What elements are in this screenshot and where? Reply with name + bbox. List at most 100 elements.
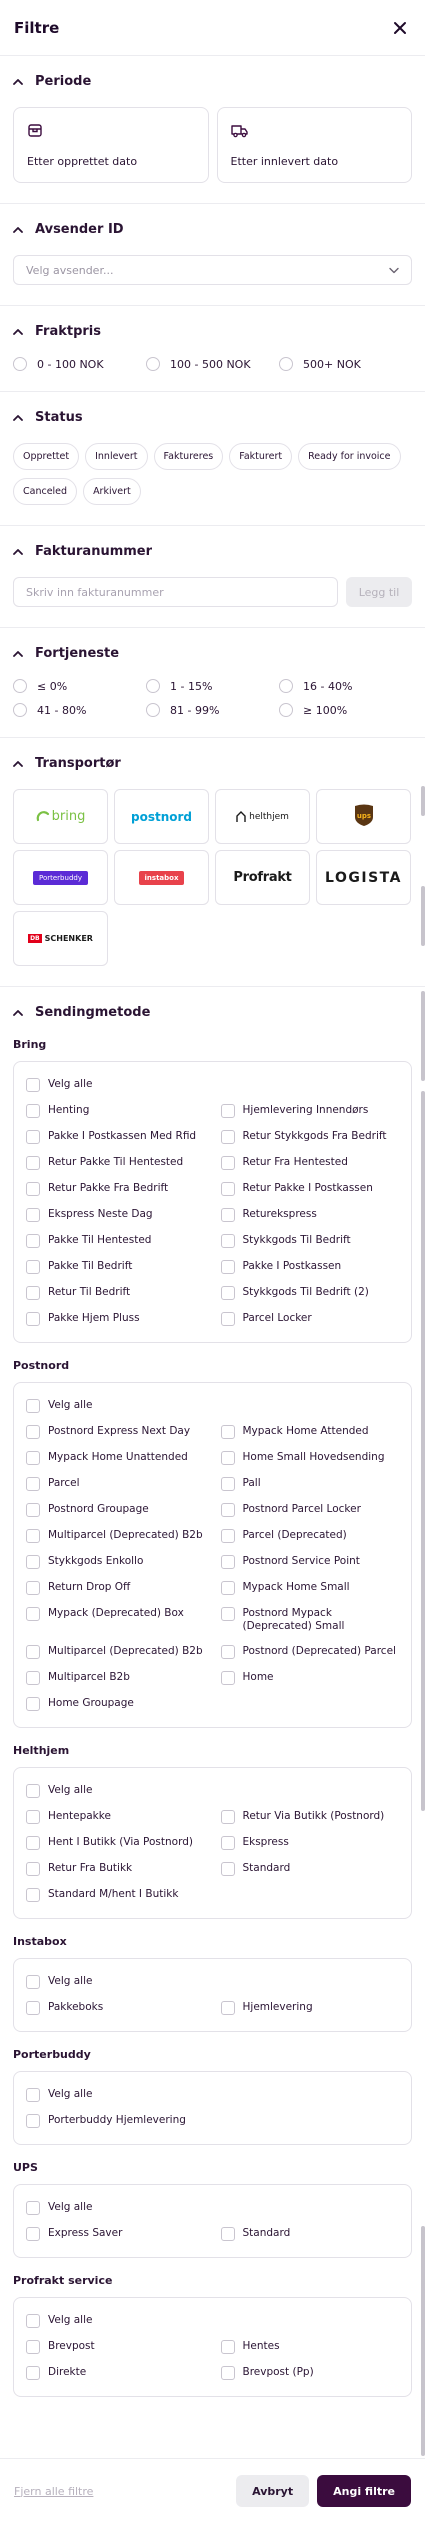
- method-checkbox[interactable]: Returekspress: [220, 1202, 400, 1228]
- profit-option[interactable]: 1 - 15%: [146, 679, 279, 693]
- checkbox[interactable]: [26, 1645, 40, 1659]
- method-checkbox[interactable]: Pall: [220, 1471, 400, 1497]
- section-toggle-fraktpris[interactable]: Fraktpris: [13, 324, 412, 339]
- method-checkbox[interactable]: Multiparcel (Deprecated) B2b: [26, 1523, 205, 1549]
- checkbox[interactable]: [26, 1104, 40, 1118]
- checkbox[interactable]: [26, 2114, 40, 2128]
- status-chip[interactable]: Innlevert: [85, 443, 148, 470]
- close-icon[interactable]: [389, 17, 411, 39]
- checkbox[interactable]: [26, 1888, 40, 1902]
- carrier-helthjem[interactable]: helthjem: [215, 789, 310, 844]
- checkbox[interactable]: [26, 2088, 40, 2102]
- method-checkbox[interactable]: Pakke Til Hentested: [26, 1228, 205, 1254]
- method-checkbox[interactable]: Mypack Home Small: [220, 1575, 400, 1601]
- carrier-porterbuddy[interactable]: Porterbuddy: [13, 850, 108, 905]
- method-checkbox[interactable]: Hentes: [220, 2334, 400, 2360]
- checkbox[interactable]: [26, 1862, 40, 1876]
- method-checkbox[interactable]: Postnord (Deprecated) Parcel: [220, 1639, 400, 1665]
- method-checkbox[interactable]: Pakke I Postkassen: [220, 1254, 400, 1280]
- checkbox[interactable]: [220, 1862, 235, 1876]
- method-checkbox[interactable]: Hentepakke: [26, 1804, 205, 1830]
- checkbox[interactable]: [220, 2366, 235, 2380]
- method-checkbox[interactable]: Parcel: [26, 1471, 205, 1497]
- checkbox[interactable]: [220, 1555, 235, 1569]
- checkbox[interactable]: [26, 1399, 40, 1413]
- checkbox[interactable]: [26, 2314, 40, 2328]
- checkbox[interactable]: [26, 2366, 40, 2380]
- apply-filters-button[interactable]: Angi filtre: [317, 2475, 411, 2507]
- checkbox[interactable]: [26, 1975, 40, 1989]
- method-checkbox[interactable]: Retur Fra Hentested: [220, 1150, 400, 1176]
- checkbox[interactable]: [220, 1810, 235, 1824]
- method-checkbox[interactable]: Parcel Locker: [220, 1306, 400, 1332]
- method-checkbox[interactable]: Standard: [220, 2221, 400, 2247]
- scrollbar-thumb[interactable]: [421, 786, 425, 816]
- checkbox[interactable]: [26, 1529, 40, 1543]
- sender-select[interactable]: Velg avsender...: [13, 255, 412, 285]
- profit-option[interactable]: 81 - 99%: [146, 703, 279, 717]
- checkbox[interactable]: [26, 1312, 40, 1326]
- radio-button[interactable]: [279, 357, 293, 371]
- checkbox[interactable]: [220, 1312, 235, 1326]
- checkbox[interactable]: [26, 1503, 40, 1517]
- checkbox[interactable]: [26, 1671, 40, 1685]
- scrollbar-thumb[interactable]: [421, 991, 425, 1081]
- checkbox[interactable]: [26, 2201, 40, 2215]
- checkbox[interactable]: [220, 1607, 235, 1621]
- price-option[interactable]: 0 - 100 NOK: [13, 357, 146, 371]
- method-checkbox[interactable]: Pakkeboks: [26, 1995, 205, 2021]
- checkbox[interactable]: [26, 1182, 40, 1196]
- method-checkbox[interactable]: Home Groupage: [26, 1691, 205, 1717]
- method-checkbox[interactable]: Multiparcel B2b: [26, 1665, 205, 1691]
- checkbox[interactable]: [26, 1555, 40, 1569]
- method-checkbox[interactable]: Stykkgods Enkollo: [26, 1549, 205, 1575]
- checkbox[interactable]: [220, 1104, 235, 1118]
- radio-button[interactable]: [146, 357, 160, 371]
- checkbox[interactable]: [26, 1836, 40, 1850]
- method-checkbox[interactable]: Stykkgods Til Bedrift (2): [220, 1280, 400, 1306]
- checkbox[interactable]: [220, 1645, 235, 1659]
- status-chip[interactable]: Opprettet: [13, 443, 80, 470]
- method-checkbox[interactable]: Parcel (Deprecated): [220, 1523, 400, 1549]
- method-checkbox[interactable]: Pakke Hjem Pluss: [26, 1306, 205, 1332]
- section-toggle-avsender[interactable]: Avsender ID: [13, 222, 412, 237]
- method-checkbox[interactable]: Postnord Parcel Locker: [220, 1497, 400, 1523]
- carrier-bring[interactable]: bring: [13, 789, 108, 844]
- radio-button[interactable]: [146, 703, 160, 717]
- method-checkbox[interactable]: Retur Stykkgods Fra Bedrift: [220, 1124, 400, 1150]
- profit-option[interactable]: ≤ 0%: [13, 679, 146, 693]
- section-toggle-periode[interactable]: Periode: [13, 74, 412, 89]
- cancel-button[interactable]: Avbryt: [236, 2475, 310, 2507]
- method-checkbox[interactable]: Pakke Til Bedrift: [26, 1254, 205, 1280]
- scrollbar-thumb[interactable]: [421, 886, 425, 946]
- method-checkbox[interactable]: Postnord Groupage: [26, 1497, 205, 1523]
- radio-button[interactable]: [13, 679, 27, 693]
- checkbox[interactable]: [220, 1425, 235, 1439]
- checkbox[interactable]: [26, 1286, 40, 1300]
- method-checkbox[interactable]: Home: [220, 1665, 400, 1691]
- select-all-checkbox[interactable]: Velg alle: [26, 1393, 399, 1419]
- select-all-checkbox[interactable]: Velg alle: [26, 2082, 399, 2108]
- method-checkbox[interactable]: Standard M/hent I Butikk: [26, 1882, 205, 1908]
- method-checkbox[interactable]: Retur Fra Butikk: [26, 1856, 205, 1882]
- method-checkbox[interactable]: Hjemlevering Innendørs: [220, 1098, 400, 1124]
- select-all-checkbox[interactable]: Velg alle: [26, 2308, 399, 2334]
- method-checkbox[interactable]: Brevpost: [26, 2334, 205, 2360]
- radio-button[interactable]: [146, 679, 160, 693]
- method-checkbox[interactable]: Mypack (Deprecated) Box: [26, 1601, 205, 1639]
- method-checkbox[interactable]: Retur Pakke I Postkassen: [220, 1176, 400, 1202]
- method-checkbox[interactable]: Mypack Home Unattended: [26, 1445, 205, 1471]
- method-checkbox[interactable]: Return Drop Off: [26, 1575, 205, 1601]
- method-checkbox[interactable]: Ekspress Neste Dag: [26, 1202, 205, 1228]
- radio-button[interactable]: [279, 679, 293, 693]
- method-checkbox[interactable]: Home Small Hovedsending: [220, 1445, 400, 1471]
- period-card-delivered[interactable]: Etter innlevert dato: [216, 107, 412, 183]
- status-chip[interactable]: Arkivert: [83, 478, 141, 505]
- scrollbar-thumb[interactable]: [421, 2226, 425, 2456]
- checkbox[interactable]: [26, 1078, 40, 1092]
- period-card-created[interactable]: Etter opprettet dato: [13, 107, 209, 183]
- checkbox[interactable]: [220, 1130, 235, 1144]
- checkbox[interactable]: [26, 2340, 40, 2354]
- profit-option[interactable]: 41 - 80%: [13, 703, 146, 717]
- checkbox[interactable]: [220, 1182, 235, 1196]
